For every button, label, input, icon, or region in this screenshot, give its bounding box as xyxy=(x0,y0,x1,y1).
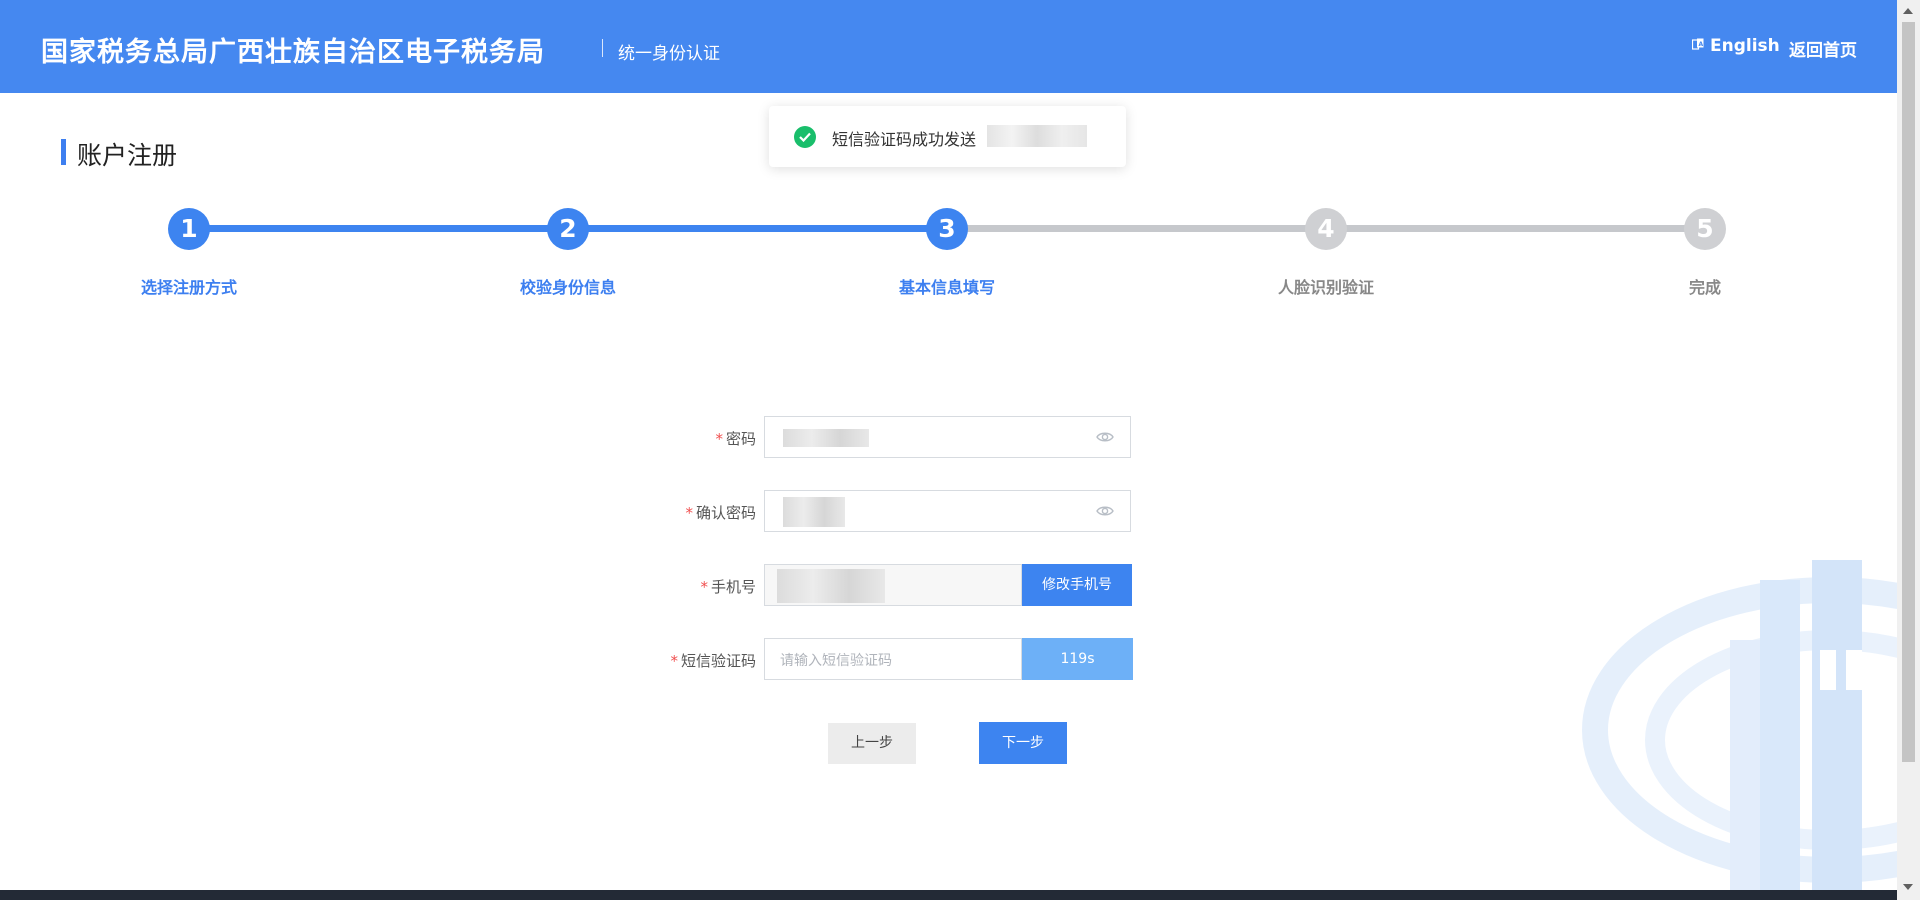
redacted-password xyxy=(783,429,869,447)
section-accent-bar xyxy=(61,139,66,165)
change-phone-button[interactable]: 修改手机号 xyxy=(1022,564,1132,606)
password-field[interactable] xyxy=(764,416,1131,458)
password-label-text: 密码 xyxy=(725,430,756,448)
redacted-confirm-password xyxy=(783,497,845,527)
confirm-password-label: * 确认密码 xyxy=(586,502,756,523)
phone-label-text: 手机号 xyxy=(710,578,756,596)
step-5-label: 完成 xyxy=(1688,278,1721,297)
home-link[interactable]: 返回首页 xyxy=(1789,36,1857,61)
tax-emblem-watermark xyxy=(1582,560,1897,890)
phone-field xyxy=(764,564,1022,606)
required-mark: * xyxy=(700,578,708,596)
confirm-password-field[interactable] xyxy=(764,490,1131,532)
eye-icon[interactable] xyxy=(1096,504,1114,518)
required-mark: * xyxy=(715,430,723,448)
step-1-circle: 1 xyxy=(168,208,210,250)
step-2-circle: 2 xyxy=(547,208,589,250)
footer-bar xyxy=(0,890,1897,900)
top-header: 国家税务总局广西壮族自治区电子税务局 统一身份认证 A English 返回首页 xyxy=(0,0,1897,93)
next-step-button[interactable]: 下一步 xyxy=(979,722,1067,764)
toast-message: 短信验证码成功发送 xyxy=(832,130,977,149)
step-5-circle: 5 xyxy=(1684,208,1726,250)
page-scrollbar[interactable] xyxy=(1897,0,1920,900)
step-2-label: 校验身份信息 xyxy=(519,278,616,297)
scroll-down-arrow-icon[interactable] xyxy=(1903,884,1913,890)
step-4-label: 人脸识别验证 xyxy=(1277,278,1374,297)
step-3-label: 基本信息填写 xyxy=(898,278,995,297)
site-subtitle: 统一身份认证 xyxy=(618,44,720,64)
sms-code-placeholder: 请输入短信验证码 xyxy=(780,653,892,669)
language-icon: A xyxy=(1692,38,1704,50)
step-1-label: 选择注册方式 xyxy=(140,278,237,297)
phone-label: * 手机号 xyxy=(586,576,756,597)
required-mark: * xyxy=(670,652,678,670)
sms-code-input[interactable]: 请输入短信验证码 xyxy=(764,638,1022,680)
prev-step-button[interactable]: 上一步 xyxy=(828,723,916,764)
sms-code-label-text: 短信验证码 xyxy=(680,652,756,670)
page-title: 账户注册 xyxy=(77,141,178,170)
confirm-password-label-text: 确认密码 xyxy=(695,504,756,522)
sms-sent-toast: 短信验证码成功发送 xyxy=(769,106,1126,167)
redacted-phone xyxy=(987,125,1087,147)
check-circle-icon xyxy=(794,126,816,148)
step-4-circle: 4 xyxy=(1305,208,1347,250)
scrollbar-thumb[interactable] xyxy=(1902,22,1915,762)
header-divider xyxy=(602,39,603,57)
step-3-circle: 3 xyxy=(926,208,968,250)
scroll-up-arrow-icon[interactable] xyxy=(1903,8,1913,14)
sms-code-label: * 短信验证码 xyxy=(586,650,756,671)
site-title: 国家税务总局广西壮族自治区电子税务局 xyxy=(41,37,545,68)
sms-countdown-button[interactable]: 119s xyxy=(1022,638,1133,680)
eye-icon[interactable] xyxy=(1096,430,1114,444)
language-label: English xyxy=(1710,36,1780,56)
language-switch[interactable]: A English xyxy=(1692,36,1780,56)
required-mark: * xyxy=(685,504,693,522)
password-label: * 密码 xyxy=(586,428,756,449)
svg-text:A: A xyxy=(1699,41,1704,48)
redacted-phone-number xyxy=(777,569,885,603)
